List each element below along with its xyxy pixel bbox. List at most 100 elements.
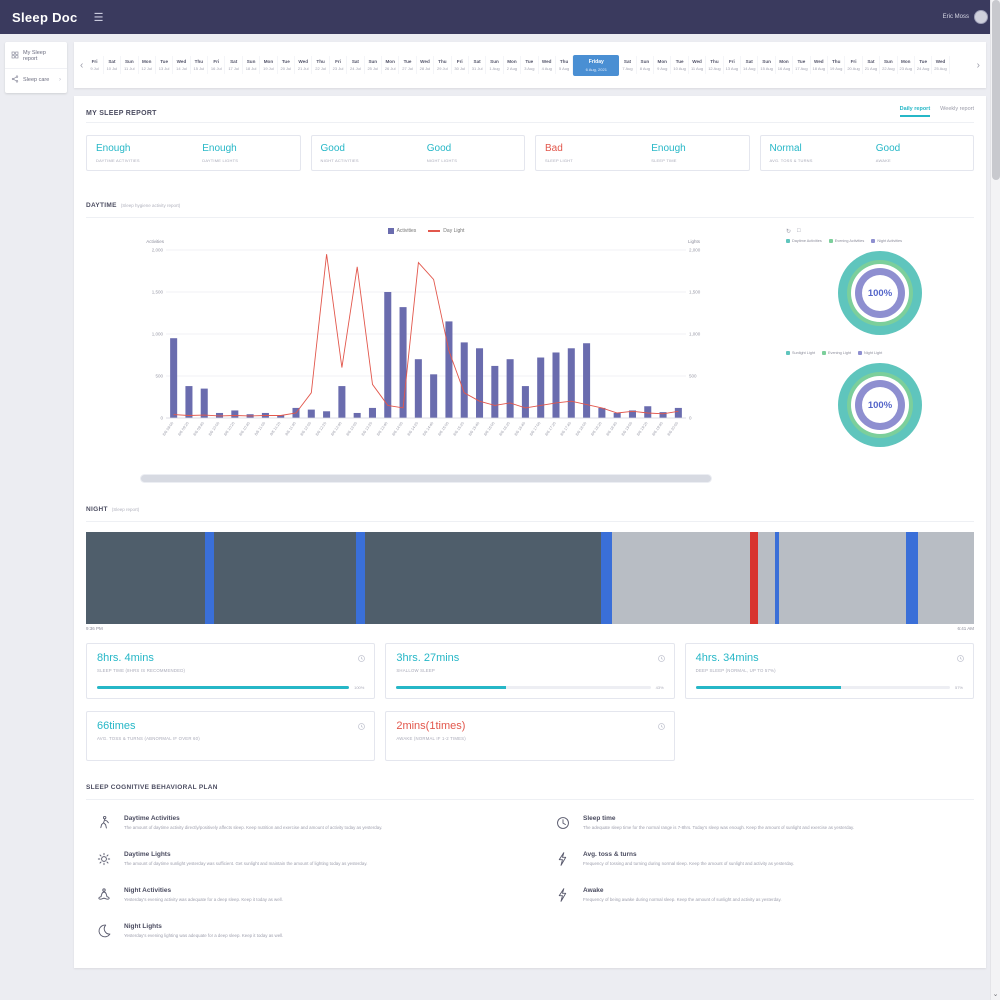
date-cell[interactable]: Sat 21 Aug [863,56,880,74]
date-cell-date: 21 Aug [863,66,879,71]
date-cell[interactable]: Sat7 Aug [619,56,636,74]
expand-icon[interactable]: □ [797,228,801,235]
date-cell[interactable]: Fri20 Aug [845,56,862,74]
page-scrollbar[interactable]: ⌄ [990,0,1000,1000]
date-cell[interactable]: Mon23 Aug [898,56,915,74]
date-cell-dow: Sat [225,59,241,64]
date-cell[interactable]: Sat14 Aug [741,56,758,74]
donut-tools: ↻ □ [786,228,974,235]
sidebar-item-my-sleep-report[interactable]: My Sleep report [5,44,67,68]
date-cell[interactable]: Wed28 Jul [417,56,434,74]
date-cell[interactable]: Sun25 Jul [365,56,382,74]
date-cell[interactable]: Wed25 Aug [932,56,949,74]
date-cell[interactable]: Tue13 Jul [156,56,173,74]
date-cell[interactable]: Tue24 Aug [915,56,932,74]
date-cell-date: 5 Aug [556,66,572,71]
plan-desc: The amount of daytime activity directly/… [124,825,382,832]
date-cell[interactable]: Tue20 Jul [278,56,295,74]
date-cell[interactable]: Fri9 Jul [86,56,103,74]
date-cell-date: 4 Aug [539,66,555,71]
date-cell[interactable]: Tue27 Jul [399,56,416,74]
legend-swatch [858,351,862,355]
date-cell-date: 13 Jul [156,66,172,71]
tab-daily-report[interactable]: Daily report [900,106,931,117]
date-cell[interactable]: Mon12 Jul [139,56,156,74]
date-cell[interactable]: Sun18 Jul [243,56,260,74]
hamburger-menu-icon[interactable]: ☰ [94,11,104,24]
date-cell[interactable]: Wed18 Aug [811,56,828,74]
date-cell-date: 31 Jul [469,66,485,71]
date-cell[interactable]: Thu15 Jul [191,56,208,74]
walk-icon [96,815,114,833]
date-cell[interactable]: Sun1 Aug [486,56,503,74]
sleep-end-time: 6:41 AM [957,626,974,631]
date-cell[interactable]: Sat10 Jul [104,56,121,74]
date-cell[interactable]: Sat24 Jul [347,56,364,74]
date-cell[interactable]: Mon9 Aug [654,56,671,74]
date-prev-arrow[interactable]: ‹ [77,60,86,71]
svg-text:500: 500 [689,374,697,379]
date-cell[interactable]: Mon19 Jul [260,56,277,74]
date-cell[interactable]: Thu19 Aug [828,56,845,74]
summary-value: Bad [545,143,633,154]
date-cell-dow: Sun [880,59,896,64]
scroll-down-arrow[interactable]: ⌄ [991,990,1000,998]
date-cell[interactable]: Tue3 Aug [521,56,538,74]
stat-card: 3hrs. 27minsSHALLOW SLEEP43% [385,643,674,699]
date-cell[interactable]: Tue17 Aug [793,56,810,74]
date-cell[interactable]: Sat 17 Jul [225,56,242,74]
date-next-arrow[interactable]: › [974,60,983,71]
date-cell-date: 16 Jul [208,66,224,71]
date-cell[interactable]: Fri30 Jul [452,56,469,74]
page-scrollbar-thumb[interactable] [992,0,1000,180]
date-cell[interactable]: Fri16 Jul [208,56,225,74]
avatar[interactable] [974,10,988,24]
date-cell[interactable]: Friday6 Aug, 2021 [573,55,619,76]
summary-value: Normal [770,143,858,154]
svg-text:8/6 12:00: 8/6 12:00 [300,421,312,436]
refresh-icon[interactable]: ↻ [786,228,791,235]
date-cell[interactable]: Thu5 Aug [556,56,573,74]
date-cell[interactable]: Sun22 Aug [880,56,897,74]
date-cell-date: 15 Jul [191,66,207,71]
date-cell[interactable]: Fri23 Jul [330,56,347,74]
chart-scrollbar[interactable] [140,474,712,483]
date-cell[interactable]: Sat31 Jul [469,56,486,74]
plan-title: Avg. toss & turns [583,851,794,858]
svg-text:8/6 16:00: 8/6 16:00 [483,421,495,436]
date-cell[interactable]: Sun8 Aug [637,56,654,74]
date-cell-date: 21 Jul [295,66,311,71]
date-cell[interactable]: Mon2 Aug [504,56,521,74]
chevron-right-icon: › [59,77,61,83]
date-cell[interactable]: Thu12 Aug [706,56,723,74]
date-cell[interactable]: Wed21 Jul [295,56,312,74]
date-cell[interactable]: Wed4 Aug [539,56,556,74]
plan-text: Daytime LightsThe amount of daytime sunl… [124,851,367,869]
date-cell-dow: Sat [863,59,879,64]
date-cell-date: 17 Jul [225,66,241,71]
user-name[interactable]: Eric Moss [943,14,969,20]
date-cell[interactable]: Sun11 Jul [121,56,138,74]
date-cell-dow: Mon [776,59,792,64]
date-cell-dow: Thu [434,59,450,64]
timeline-segment [356,532,365,624]
chart-scrollbar-thumb[interactable] [141,475,711,482]
tab-weekly-report[interactable]: Weekly report [940,106,974,117]
date-cell-dow: Sat [741,59,757,64]
timeline-segment [918,532,974,624]
date-cell[interactable]: Wed14 Jul [173,56,190,74]
date-cell[interactable]: Thu22 Jul [312,56,329,74]
date-cell-date: 6 Aug, 2021 [573,67,619,72]
date-cell[interactable]: Mon16 Aug [776,56,793,74]
date-cell-date: 9 Jul [86,66,102,71]
date-cell[interactable]: Mon26 Jul [382,56,399,74]
date-cell[interactable]: Wed11 Aug [689,56,706,74]
date-cell[interactable]: Fri13 Aug [724,56,741,74]
summary-value: Enough [651,143,739,154]
sidebar-item-sleep-care[interactable]: Sleep care › [5,68,67,91]
date-cell[interactable]: Sun15 Aug [758,56,775,74]
date-cell-dow: Sun [637,59,653,64]
date-cell[interactable]: Thu29 Jul [434,56,451,74]
date-cell[interactable]: Tue10 Aug [671,56,688,74]
timeline-segment [779,532,907,624]
